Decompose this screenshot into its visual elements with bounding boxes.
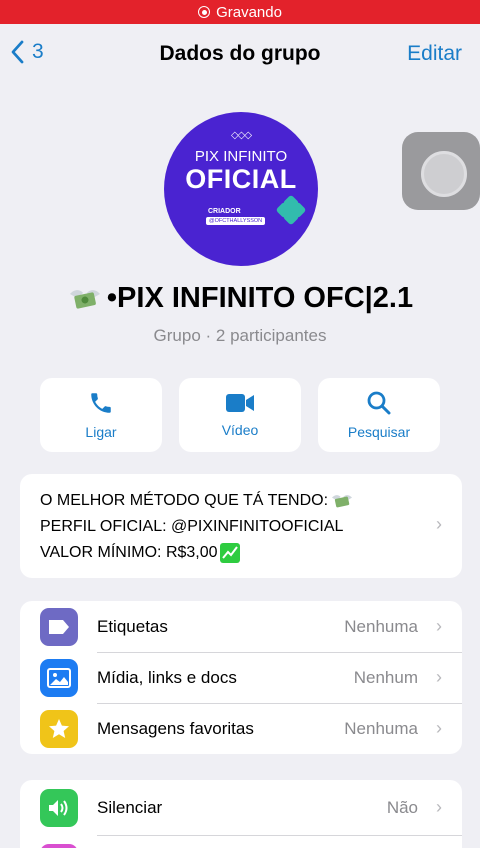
video-button[interactable]: Vídeo bbox=[179, 378, 301, 452]
group-avatar[interactable]: ◇◇◇ PIX INFINITO OFICIAL CRIADOR @OFCTHA… bbox=[164, 112, 318, 266]
speaker-icon bbox=[40, 788, 78, 827]
recording-status-bar[interactable]: Gravando bbox=[0, 0, 480, 24]
description-line2: PERFIL OFICIAL: @PIXINFINITOOFICIAL bbox=[40, 518, 344, 535]
group-description[interactable]: O MELHOR MÉTODO QUE TÁ TENDO: PERFIL OFI… bbox=[20, 474, 462, 578]
chevron-right-icon: › bbox=[436, 667, 442, 687]
edit-button[interactable]: Editar bbox=[407, 42, 462, 66]
video-label: Vídeo bbox=[221, 422, 259, 438]
group-name-text: •PIX INFINITO OFC|2.1 bbox=[106, 282, 414, 314]
chevron-right-icon: › bbox=[436, 718, 442, 738]
row-value: Nenhuma bbox=[344, 616, 418, 636]
money-wings-icon bbox=[69, 289, 100, 309]
pix-logo-icon bbox=[276, 195, 306, 225]
row-mute[interactable]: Silenciar Não › bbox=[20, 780, 462, 835]
star-icon bbox=[40, 709, 78, 748]
navigation-bar: 3 Dados do grupo Editar bbox=[0, 24, 480, 82]
group-name: •PIX INFINITO OFC|2.1 bbox=[0, 282, 480, 315]
chevron-right-icon: › bbox=[436, 616, 442, 636]
recording-label: Gravando bbox=[216, 3, 282, 21]
divider bbox=[97, 835, 462, 836]
description-line1: O MELHOR MÉTODO QUE TÁ TENDO: bbox=[40, 488, 442, 514]
row-tags[interactable]: Etiquetas Nenhuma › bbox=[20, 601, 462, 652]
group-subtitle: Grupo · 2 participantes bbox=[153, 326, 327, 345]
avatar-creator-label: CRIADOR bbox=[208, 208, 241, 215]
row-starred[interactable]: Mensagens favoritas Nenhuma › bbox=[20, 703, 462, 754]
record-icon bbox=[198, 6, 211, 18]
row-value: Nenhuma bbox=[344, 718, 418, 738]
row-media[interactable]: Mídia, links e docs Nenhum › bbox=[20, 652, 462, 703]
row-label: Silenciar bbox=[97, 797, 163, 817]
photo-icon bbox=[40, 658, 78, 697]
settings-card: Silenciar Não › bbox=[20, 780, 462, 848]
chevron-right-icon: › bbox=[436, 797, 442, 817]
search-label: Pesquisar bbox=[347, 424, 411, 440]
search-icon bbox=[367, 391, 391, 415]
call-button[interactable]: Ligar bbox=[40, 378, 162, 452]
description-line1-text: O MELHOR MÉTODO QUE TÁ TENDO: bbox=[40, 492, 329, 509]
row-label: Mensagens favoritas bbox=[97, 718, 254, 738]
row-value: Nenhum bbox=[353, 667, 418, 687]
action-buttons: Ligar Vídeo Pesquisar bbox=[40, 378, 440, 452]
row-value: Não bbox=[386, 797, 418, 817]
tag-icon bbox=[40, 607, 78, 646]
search-button[interactable]: Pesquisar bbox=[318, 378, 440, 452]
row-label: Etiquetas bbox=[97, 616, 168, 636]
chevron-right-icon: › bbox=[436, 514, 442, 534]
phone-icon bbox=[91, 393, 111, 413]
assistive-touch-button[interactable] bbox=[402, 132, 480, 210]
diamond-decoration-icon: ◇◇◇ bbox=[230, 130, 252, 141]
call-label: Ligar bbox=[85, 424, 117, 440]
avatar-line2: OFICIAL bbox=[185, 164, 297, 194]
row-label: Mídia, links e docs bbox=[97, 667, 237, 687]
avatar-line1: PIX INFINITO bbox=[194, 148, 288, 165]
info-card: Etiquetas Nenhuma › Mídia, links e docs … bbox=[20, 601, 462, 754]
description-line3: VALOR MÍNIMO: R$3,00 bbox=[40, 540, 442, 566]
avatar-handle: @OFCTHALLYSSON bbox=[206, 217, 266, 225]
video-icon bbox=[226, 394, 254, 412]
next-row-icon bbox=[40, 844, 78, 848]
chart-increasing-icon bbox=[219, 543, 240, 563]
money-wings-icon bbox=[332, 495, 353, 508]
description-line3-text: VALOR MÍNIMO: R$3,00 bbox=[40, 544, 218, 561]
